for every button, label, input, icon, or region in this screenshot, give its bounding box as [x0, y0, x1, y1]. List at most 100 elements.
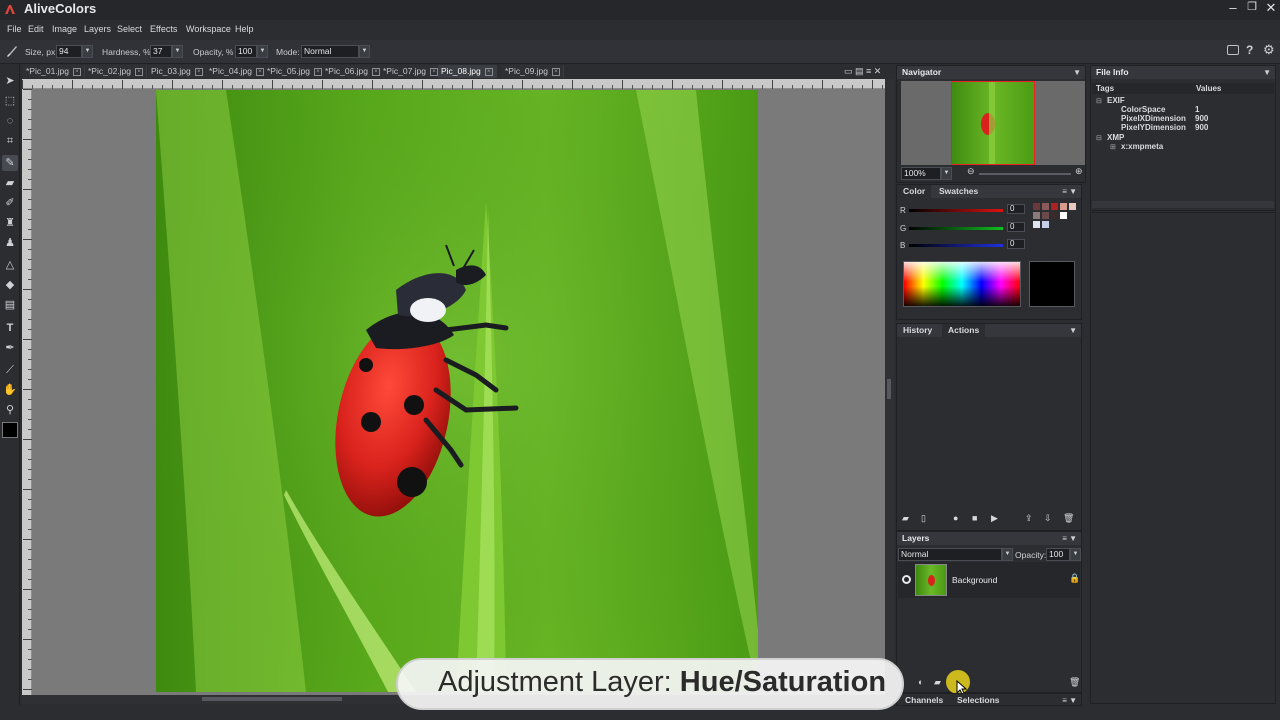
text-tool-icon[interactable]: T	[2, 320, 18, 336]
eraser-tool-icon[interactable]: ▰	[2, 175, 18, 191]
tree-exif[interactable]: EXIF	[1107, 96, 1125, 105]
foreground-color-swatch[interactable]	[2, 422, 18, 438]
b-value-input[interactable]: 0	[1007, 239, 1025, 249]
zoom-dropdown[interactable]: ▼	[941, 167, 952, 180]
zoom-in-icon[interactable]: ⊕	[1075, 166, 1083, 177]
stop-icon[interactable]: ■	[972, 513, 977, 523]
tab-actions[interactable]: Actions	[942, 324, 986, 337]
play-icon[interactable]: ▶	[991, 513, 998, 524]
tab-pic-09[interactable]: *Pic_09.jpg ×	[502, 65, 565, 78]
close-icon[interactable]: ×	[73, 67, 82, 76]
selection-tool-icon[interactable]: ⬚	[2, 93, 18, 109]
document-image-ladybug[interactable]	[156, 90, 758, 692]
r-value-input[interactable]: 0	[1007, 204, 1025, 214]
tab-pic-02[interactable]: *Pic_02.jpg ×	[85, 65, 148, 78]
minimize-button[interactable]: –	[1224, 0, 1242, 16]
tab-color[interactable]: Color	[897, 185, 932, 198]
tab-swatches[interactable]: Swatches	[933, 185, 984, 198]
menu-edit[interactable]: Edit	[28, 24, 44, 34]
layer-row-background[interactable]: Background 🔒	[898, 562, 1080, 598]
menu-workspace[interactable]: Workspace	[186, 24, 231, 34]
sharpen-tool-icon[interactable]: △	[2, 257, 18, 273]
recent-swatches[interactable]	[1033, 203, 1079, 249]
hardness-input[interactable]: 37	[150, 45, 172, 58]
g-value-input[interactable]: 0	[1007, 222, 1025, 232]
panel-menu-icon[interactable]: ≡ ▼	[1062, 187, 1077, 196]
tab-pic-04[interactable]: *Pic_04.jpg ×	[206, 65, 269, 78]
help-icon[interactable]: ?	[1246, 43, 1253, 57]
zoom-tool-icon[interactable]: ⚲	[2, 402, 18, 418]
layer-opacity-input[interactable]: 100	[1046, 548, 1070, 561]
healing-tool-icon[interactable]: ♟	[2, 235, 18, 251]
g-slider[interactable]	[909, 227, 1003, 230]
tab-pic-07[interactable]: *Pic_07.jpg ×	[380, 65, 443, 78]
color-spectrum-picker[interactable]	[903, 261, 1021, 307]
menu-select[interactable]: Select	[117, 24, 142, 34]
tab-history[interactable]: History	[897, 324, 938, 337]
panel-menu-icon[interactable]: ≡ ▼	[1062, 534, 1077, 543]
mode-dropdown[interactable]: ▼	[359, 45, 370, 58]
r-slider[interactable]	[909, 209, 1003, 212]
tab-pic-06[interactable]: *Pic_06.jpg ×	[322, 65, 385, 78]
new-action-icon[interactable]: ▯	[921, 513, 926, 524]
tree-xmp[interactable]: XMP	[1107, 133, 1124, 142]
close-icon[interactable]: ×	[314, 67, 323, 76]
gear-icon[interactable]: ⚙	[1263, 42, 1275, 58]
tree-xmpmeta[interactable]: x:xmpmeta	[1121, 142, 1163, 151]
collapse-icon[interactable]: ⊟	[1096, 97, 1102, 105]
blend-mode-dropdown[interactable]: ▼	[1002, 548, 1013, 561]
move-tool-icon[interactable]: ➤	[2, 73, 18, 89]
opacity-input[interactable]: 100	[235, 45, 257, 58]
export-icon[interactable]: ⇩	[1044, 513, 1052, 524]
menu-help[interactable]: Help	[235, 24, 254, 34]
folder-icon[interactable]: ▰	[902, 513, 909, 524]
size-dropdown[interactable]: ▼	[82, 45, 93, 58]
close-icon[interactable]: ×	[552, 67, 561, 76]
size-input[interactable]: 94	[56, 45, 82, 58]
new-group-icon[interactable]: ▰	[934, 677, 941, 688]
close-icon[interactable]: ×	[135, 67, 144, 76]
tab-selections[interactable]: Selections	[951, 694, 1006, 707]
layer-opacity-dropdown[interactable]: ▼	[1070, 548, 1081, 561]
zoom-out-icon[interactable]: ⊖	[967, 166, 975, 177]
panel-menu-icon[interactable]: ▼	[1069, 326, 1077, 335]
file-info-hscroll[interactable]	[1092, 201, 1274, 208]
eyedropper-tool-icon[interactable]: ⟋	[2, 362, 18, 378]
brush-tool-selected-icon[interactable]: ✎	[2, 155, 18, 171]
menu-layers[interactable]: Layers	[84, 24, 111, 34]
lasso-tool-icon[interactable]: ◌	[2, 113, 18, 129]
brush-tool-icon[interactable]	[5, 44, 19, 58]
import-icon[interactable]: ⇪	[1025, 513, 1033, 524]
menu-image[interactable]: Image	[52, 24, 77, 34]
blend-mode-select[interactable]: Normal	[898, 548, 1002, 561]
expand-icon[interactable]: ⊞	[1110, 143, 1116, 151]
tab-view-icons[interactable]: ▭ ▤ ≡ ✕	[844, 66, 881, 77]
b-slider[interactable]	[909, 244, 1003, 247]
panel-menu-icon[interactable]: ≡ ▼	[1062, 696, 1077, 705]
close-icon[interactable]: ×	[256, 67, 265, 76]
crop-tool-icon[interactable]: ⌗	[2, 133, 18, 149]
pencil-tool-icon[interactable]: ✐	[2, 195, 18, 211]
mode-select[interactable]: Normal	[301, 45, 359, 58]
collapse-icon[interactable]: ⊟	[1096, 134, 1102, 142]
close-icon[interactable]: ×	[430, 67, 439, 76]
panel-menu-icon[interactable]: ▼	[1073, 68, 1081, 77]
close-icon[interactable]: ×	[194, 67, 203, 76]
lock-icon[interactable]: 🔒	[1069, 573, 1080, 584]
panel-menu-icon[interactable]: ▼	[1263, 68, 1271, 77]
record-icon[interactable]: ●	[953, 513, 958, 523]
trash-icon[interactable]: 🗑	[1063, 513, 1074, 524]
tab-pic-03[interactable]: Pic_03.jpg ×	[148, 65, 207, 78]
hand-tool-icon[interactable]: ✋	[2, 382, 18, 398]
chat-icon[interactable]	[1227, 45, 1239, 55]
opacity-dropdown[interactable]: ▼	[257, 45, 268, 58]
vertical-scrollbar[interactable]	[885, 79, 894, 695]
menu-effects[interactable]: Effects	[150, 24, 177, 34]
stamp-tool-icon[interactable]: ♜	[2, 215, 18, 231]
visibility-eye-icon[interactable]	[902, 575, 911, 584]
maximize-button[interactable]: ❐	[1243, 0, 1261, 16]
menu-file[interactable]: File	[7, 24, 22, 34]
tab-channels[interactable]: Channels	[899, 694, 949, 707]
zoom-input[interactable]: 100%	[901, 167, 941, 180]
gradient-tool-icon[interactable]: ▤	[2, 297, 18, 313]
